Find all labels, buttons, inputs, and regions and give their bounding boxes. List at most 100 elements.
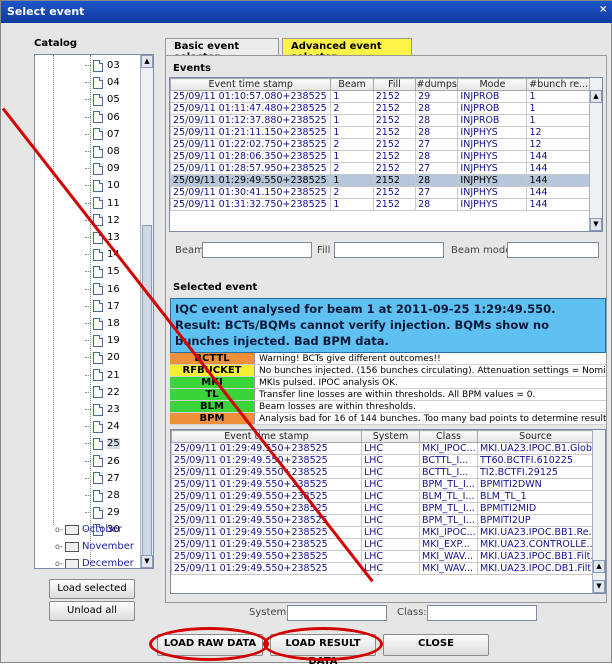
events-column-header[interactable]: Fill — [372, 78, 417, 91]
unload-all-button[interactable]: Unload all — [49, 601, 135, 621]
expand-key-icon[interactable]: o- — [55, 542, 63, 551]
close-icon[interactable]: × — [599, 4, 609, 18]
table-cell: MKI_IPOC... — [419, 442, 478, 455]
catalog-day-item[interactable]: 16 — [85, 281, 120, 298]
table-row[interactable]: 25/09/11 01:29:49.550+238525 LHC MKI_IPOC.… — [171, 526, 594, 539]
catalog-day-item[interactable]: 17 — [85, 298, 120, 315]
events-table[interactable]: Event time stamp Beam Fill #dumps Mode #bunch… — [169, 77, 603, 232]
details-column-header[interactable]: Event time stamp — [171, 430, 362, 443]
table-row[interactable]: 25/09/11 01:29:49.550+238525 LHC BCTTL_I..… — [171, 454, 594, 467]
table-cell: LHC — [361, 442, 420, 455]
catalog-day-item[interactable]: 26 — [85, 453, 120, 470]
catalog-day-label: 26 — [107, 455, 120, 467]
table-row[interactable]: 25/09/11 01:29:49.550+238525 LHC MKI_EXP..… — [171, 538, 594, 551]
table-row[interactable]: 25/09/11 01:29:49.550+238525 LHC BCTTL_I..… — [171, 466, 594, 479]
details-scrollbar[interactable]: ▲ ▼ — [592, 430, 605, 593]
tab-advanced-selector[interactable]: Advanced event selector — [282, 38, 412, 63]
scroll-up-icon[interactable]: ▲ — [590, 90, 602, 103]
events-column-header[interactable]: Event time stamp — [170, 78, 332, 91]
table-row[interactable]: 25/09/11 01:28:57.950+238525 2 2152 27 INJPH… — [170, 162, 591, 175]
catalog-day-item[interactable]: 08 — [85, 143, 120, 160]
catalog-day-item[interactable]: 22 — [85, 384, 120, 401]
catalog-day-item[interactable]: 24 — [85, 418, 120, 435]
catalog-day-item[interactable]: 10 — [85, 177, 120, 194]
load-selected-button[interactable]: Load selected — [49, 579, 135, 599]
details-column-header[interactable]: System — [361, 430, 420, 443]
catalog-day-item[interactable]: 11 — [85, 195, 120, 212]
page-icon — [93, 197, 103, 210]
highlight-ellipse-raw — [149, 627, 269, 661]
check-message: Warning! BCTs give different outcomes!! — [259, 354, 441, 364]
table-row[interactable]: 25/09/11 01:21:11.150+238525 1 2152 28 INJPH… — [170, 126, 591, 139]
events-filter: Beam Fill Beam mode — [169, 238, 603, 266]
close-button[interactable]: CLOSE — [383, 634, 489, 656]
catalog-day-item[interactable]: 05 — [85, 91, 120, 108]
details-table[interactable]: Event time stamp System Class Source 25/09/… — [170, 429, 606, 594]
events-column-header[interactable]: #dumps — [415, 78, 459, 91]
scroll-up-icon[interactable]: ▲ — [593, 560, 605, 573]
table-row[interactable]: 25/09/11 01:10:57.080+238525 1 2152 29 INJPR… — [170, 90, 591, 103]
catalog-day-item[interactable]: 07 — [85, 126, 120, 143]
system-filter-input[interactable] — [287, 605, 387, 621]
table-cell: 25/09/11 01:29:49.550+238525 — [171, 538, 362, 551]
catalog-scrollbar[interactable]: ▲ ▼ — [140, 55, 153, 568]
catalog-day-item[interactable]: 15 — [85, 263, 120, 280]
catalog-day-item[interactable]: 06 — [85, 109, 120, 126]
catalog-day-item[interactable]: 19 — [85, 332, 120, 349]
table-row[interactable]: 25/09/11 01:29:49.550+238525 LHC BLM_TL_I.… — [171, 490, 594, 503]
details-column-header[interactable]: Class — [419, 430, 478, 443]
table-row[interactable]: 25/09/11 01:29:49.550+238525 LHC BPM_TL_I.… — [171, 502, 594, 515]
page-icon — [93, 437, 103, 450]
catalog-month-item[interactable]: o- October — [55, 522, 122, 537]
catalog-day-item[interactable]: 04 — [85, 74, 120, 91]
table-row[interactable]: 25/09/11 01:29:49.550+238525 LHC BPM_TL_I.… — [171, 478, 594, 491]
expand-key-icon[interactable]: o- — [55, 525, 63, 534]
events-scrollbar[interactable]: ▲ ▼ — [589, 78, 602, 231]
table-row[interactable]: 25/09/11 01:11:47.480+238525 2 2152 28 INJPR… — [170, 102, 591, 115]
expand-key-icon[interactable]: o- — [55, 559, 63, 568]
page-icon — [93, 128, 103, 141]
catalog-day-item[interactable]: 21 — [85, 367, 120, 384]
catalog-day-item[interactable]: 25 — [85, 435, 120, 452]
table-row[interactable]: 25/09/11 01:29:49.550+238525 LHC BPM_TL_I.… — [171, 514, 594, 527]
scroll-down-icon[interactable]: ▼ — [590, 218, 602, 231]
class-filter-input[interactable] — [427, 605, 537, 621]
events-column-header[interactable]: #bunch re... — [526, 78, 591, 91]
tab-basic-selector[interactable]: Basic event selector — [165, 38, 279, 63]
table-cell: MKI.UA23.IPOC.BB1.Re... — [477, 526, 594, 539]
scroll-down-icon[interactable]: ▼ — [141, 555, 153, 568]
selected-event-label: Selected event — [173, 282, 258, 293]
catalog-day-item[interactable]: 28 — [85, 487, 120, 504]
catalog-day-item[interactable]: 20 — [85, 349, 120, 366]
beam-filter-input[interactable] — [202, 242, 312, 258]
page-icon — [93, 111, 103, 124]
table-cell: 25/09/11 01:29:49.550+238525 — [171, 454, 362, 467]
table-row[interactable]: 25/09/11 01:29:49.550+238525 LHC MKI_WAV..… — [171, 562, 594, 575]
catalog-month-item[interactable]: o- December — [55, 556, 134, 568]
catalog-day-item[interactable]: 03 — [85, 57, 120, 74]
table-row[interactable]: 25/09/11 01:31:32.750+238525 1 2152 28 INJPH… — [170, 198, 591, 211]
catalog-day-item[interactable]: 29 — [85, 504, 120, 521]
scroll-down-icon[interactable]: ▼ — [593, 580, 605, 593]
table-row[interactable]: 25/09/11 01:29:49.550+238525 LHC MKI_WAV..… — [171, 550, 594, 563]
scroll-up-icon[interactable]: ▲ — [141, 55, 153, 68]
catalog-day-item[interactable]: 23 — [85, 401, 120, 418]
catalog-tree[interactable]: ▲ ▼ 03 04 05 06 07 08 09 10 11 12 13 14 15 16 17 18 19 20… — [34, 54, 154, 569]
table-row[interactable]: 25/09/11 01:29:49.550+238525 1 2152 28 INJPH… — [170, 174, 591, 187]
events-column-header[interactable]: Beam — [330, 78, 374, 91]
table-row[interactable]: 25/09/11 01:28:06.350+238525 1 2152 28 INJPH… — [170, 150, 591, 163]
table-row[interactable]: 25/09/11 01:12:37.880+238525 1 2152 28 INJPR… — [170, 114, 591, 127]
table-row[interactable]: 25/09/11 01:29:49.550+238525 LHC MKI_IPOC.… — [171, 442, 594, 455]
table-row[interactable]: 25/09/11 01:30:41.150+238525 2 2152 27 INJPH… — [170, 186, 591, 199]
table-row[interactable]: 25/09/11 01:22:02.750+238525 2 2152 27 INJPH… — [170, 138, 591, 151]
beam-mode-input[interactable] — [507, 242, 599, 258]
catalog-day-item[interactable]: 09 — [85, 160, 120, 177]
fill-filter-input[interactable] — [334, 242, 444, 258]
details-column-header[interactable]: Source — [477, 430, 594, 443]
catalog-month-item[interactable]: o- November — [55, 539, 134, 554]
table-cell: INJPROB — [457, 114, 528, 127]
scroll-thumb[interactable] — [142, 225, 152, 568]
catalog-day-item[interactable]: 27 — [85, 470, 120, 487]
events-column-header[interactable]: Mode — [457, 78, 528, 91]
catalog-day-item[interactable]: 18 — [85, 315, 120, 332]
